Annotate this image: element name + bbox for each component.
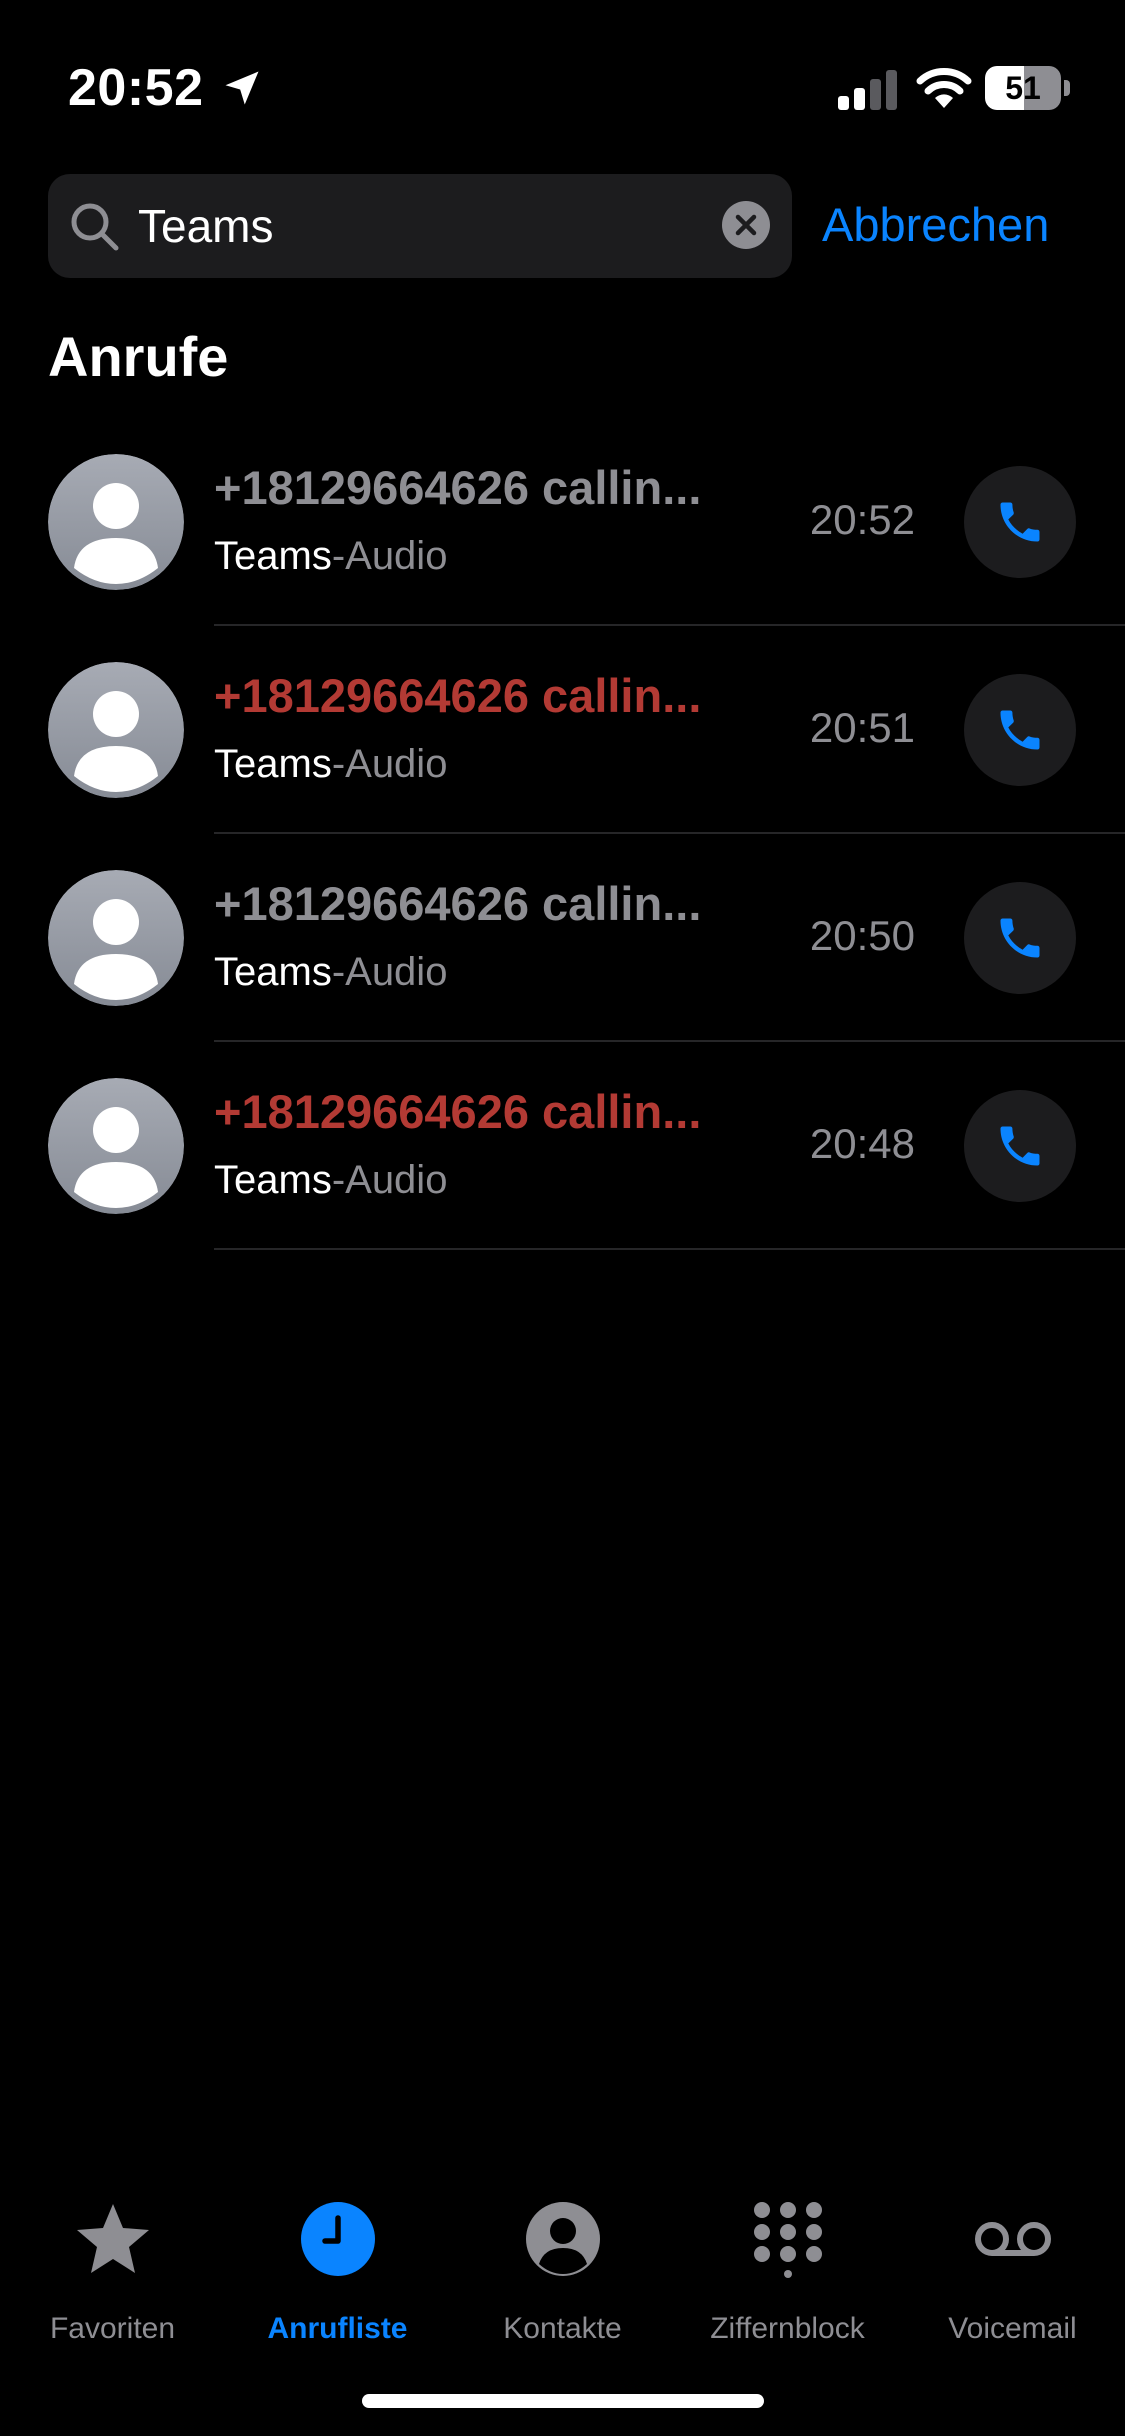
call-name-missed: +18129664626 callin... — [214, 669, 702, 722]
call-type: -Audio — [331, 742, 448, 786]
call-label: Teams — [214, 950, 332, 994]
location-arrow-icon — [225, 71, 259, 105]
tab-label: Anrufliste — [267, 2312, 408, 2345]
voicemail-icon — [975, 2222, 1051, 2256]
battery-body: 51 — [985, 66, 1061, 110]
status-time: 20:52 — [68, 59, 204, 117]
call-subtitle: Teams-Audio — [214, 534, 447, 579]
call-time: 20:50 — [809, 912, 915, 959]
clear-search-icon[interactable] — [722, 201, 770, 249]
battery-indicator: 51 — [985, 66, 1071, 110]
tab-kontakte[interactable]: Kontakte — [450, 2200, 675, 2345]
call-back-button[interactable] — [964, 466, 1076, 578]
cellular-signal-icon — [838, 70, 897, 110]
call-row[interactable]: +18129664626 callin... Teams-Audio 20:50 — [0, 834, 1125, 1042]
battery-level: 51 — [1005, 69, 1041, 106]
call-row[interactable]: +18129664626 callin... Teams-Audio 20:51 — [0, 626, 1125, 834]
search-input[interactable] — [138, 174, 738, 278]
tab-ziffernblock[interactable]: Ziffernblock — [675, 2200, 900, 2345]
tab-label: Ziffernblock — [710, 2312, 865, 2345]
call-type: -Audio — [331, 1158, 448, 1202]
keypad-icon — [754, 2202, 822, 2278]
call-type: -Audio — [331, 534, 448, 578]
call-name: +18129664626 callin... — [214, 461, 702, 514]
tab-bar: Favoriten Anrufliste Kontakte Ziffernblo… — [0, 2180, 1125, 2370]
tab-voicemail[interactable]: Voicemail — [900, 2200, 1125, 2345]
call-row[interactable]: +18129664626 callin... Teams-Audio 20:52 — [0, 418, 1125, 626]
phone-icon — [1000, 918, 1040, 958]
call-label: Teams — [214, 1158, 332, 1202]
call-subtitle: Teams-Audio — [214, 1158, 447, 1203]
call-label: Teams — [214, 534, 332, 578]
call-back-button[interactable] — [964, 1090, 1076, 1202]
tab-label: Voicemail — [948, 2312, 1077, 2345]
person-circle-icon — [526, 2202, 600, 2276]
call-back-button[interactable] — [964, 882, 1076, 994]
search-bar[interactable] — [48, 174, 792, 278]
call-label: Teams — [214, 742, 332, 786]
contact-avatar-icon — [48, 662, 184, 798]
search-icon — [71, 203, 119, 251]
phone-icon — [1000, 502, 1040, 542]
star-icon — [77, 2204, 149, 2273]
call-name-missed: +18129664626 callin... — [214, 1085, 702, 1138]
tab-anrufliste[interactable]: Anrufliste — [225, 2200, 450, 2345]
phone-icon — [1000, 1126, 1040, 1166]
row-divider — [214, 1248, 1125, 1250]
call-name: +18129664626 callin... — [214, 877, 702, 930]
tab-label: Kontakte — [503, 2312, 622, 2345]
call-time: 20:48 — [809, 1120, 915, 1167]
section-title: Anrufe — [48, 325, 229, 388]
cancel-button[interactable]: Abbrechen — [822, 180, 1049, 270]
phone-icon — [1000, 710, 1040, 750]
status-bar: 20:52 51 — [0, 0, 1125, 180]
call-time: 20:52 — [809, 496, 915, 543]
tab-label: Favoriten — [49, 2312, 176, 2345]
contact-avatar-icon — [48, 1078, 184, 1214]
wifi-icon — [916, 68, 972, 108]
call-type: -Audio — [331, 950, 448, 994]
battery-cap — [1064, 80, 1070, 96]
clock-icon — [301, 2202, 375, 2276]
call-subtitle: Teams-Audio — [214, 950, 447, 995]
call-time: 20:51 — [809, 704, 915, 751]
contact-avatar-icon — [48, 870, 184, 1006]
call-row[interactable]: +18129664626 callin... Teams-Audio 20:48 — [0, 1042, 1125, 1250]
home-indicator[interactable] — [362, 2394, 764, 2408]
phone-screen: 20:52 51 Teams Abbrechen Anrufe +1812966… — [0, 0, 1125, 2436]
call-back-button[interactable] — [964, 674, 1076, 786]
tab-favoriten[interactable]: Favoriten — [0, 2200, 225, 2345]
contact-avatar-icon — [48, 454, 184, 590]
call-subtitle: Teams-Audio — [214, 742, 447, 787]
